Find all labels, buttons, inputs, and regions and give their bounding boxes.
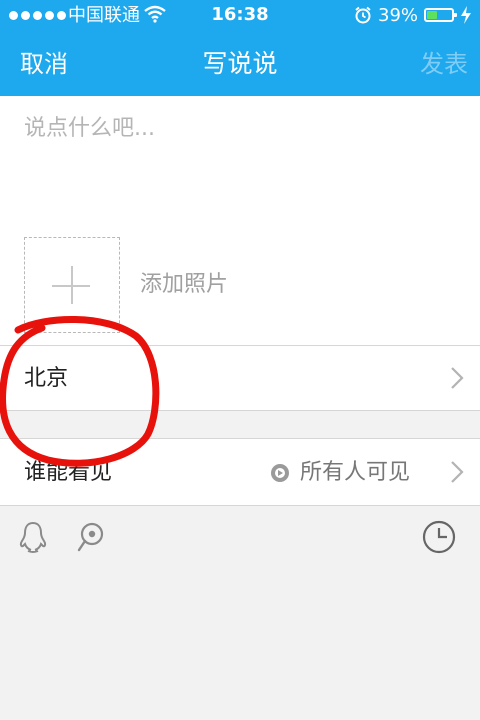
phone-screen: 中国联通 16:38 39% 取消 写说说 发表 说点什么吧... 添加照片 北… bbox=[0, 0, 480, 720]
compose-area[interactable]: 说点什么吧... 添加照片 bbox=[0, 96, 480, 346]
nav-bar: 取消 写说说 发表 bbox=[0, 32, 480, 96]
mention-at-icon[interactable] bbox=[74, 520, 108, 554]
chevron-right-icon bbox=[451, 367, 464, 389]
battery-percent: 39% bbox=[378, 5, 419, 26]
add-photo-button[interactable] bbox=[24, 237, 120, 333]
location-label: 北京 bbox=[24, 366, 69, 391]
visibility-value: 所有人可见 bbox=[300, 460, 411, 485]
header: 中国联通 16:38 39% 取消 写说说 发表 bbox=[0, 0, 480, 96]
alarm-icon bbox=[355, 6, 371, 24]
qq-penguin-icon[interactable] bbox=[16, 520, 50, 554]
status-bar: 中国联通 16:38 39% bbox=[0, 0, 480, 32]
clock-icon[interactable] bbox=[422, 520, 456, 554]
bottom-toolbar bbox=[0, 506, 480, 572]
visibility-label: 谁能看见 bbox=[24, 460, 113, 485]
publish-button[interactable]: 发表 bbox=[420, 48, 468, 80]
location-row[interactable]: 北京 bbox=[0, 345, 480, 411]
add-photo-label: 添加照片 bbox=[140, 272, 229, 297]
battery-icon bbox=[424, 8, 457, 22]
compose-text-input[interactable]: 说点什么吧... bbox=[24, 114, 155, 144]
charging-icon bbox=[461, 6, 471, 24]
visibility-row[interactable]: 谁能看见 所有人可见 bbox=[0, 438, 480, 506]
chevron-right-icon bbox=[451, 461, 464, 483]
visibility-icon bbox=[271, 464, 289, 482]
page-title: 写说说 bbox=[202, 49, 278, 78]
